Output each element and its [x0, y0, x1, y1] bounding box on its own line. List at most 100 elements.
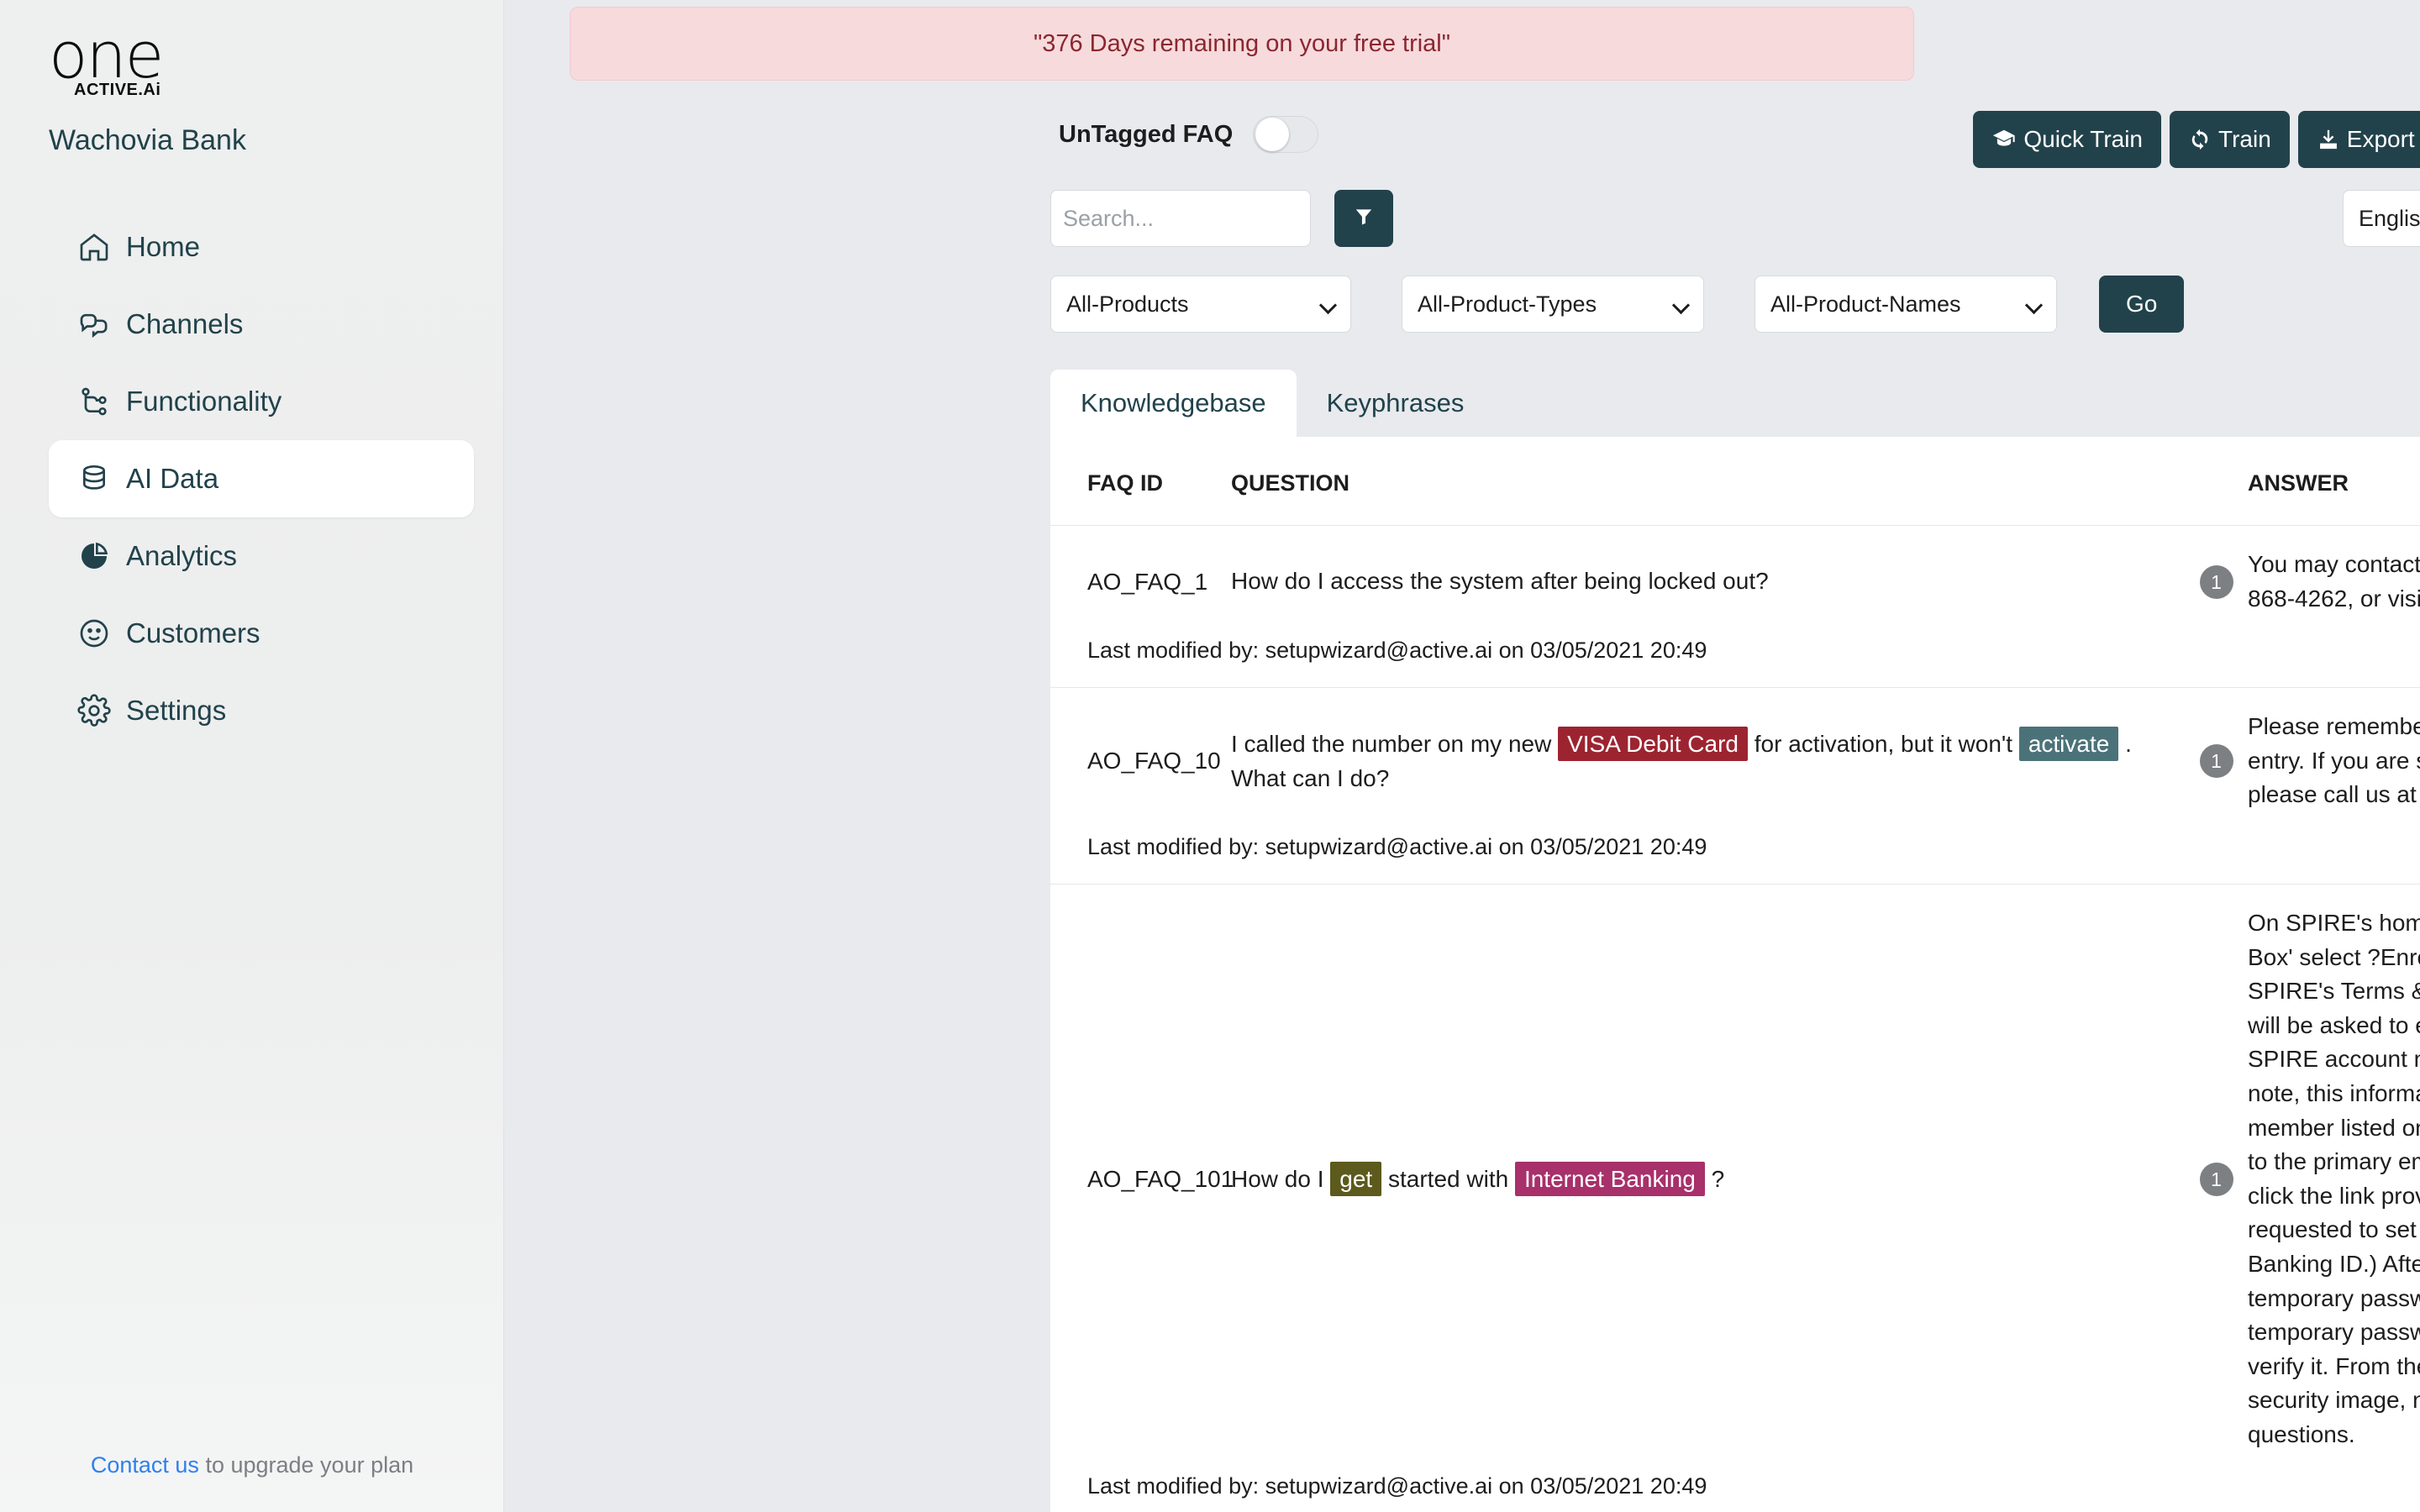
- top-bar: "376 Days remaining on your free trial" …: [504, 0, 2420, 94]
- product-select-wrap: All-Products: [1050, 276, 1351, 333]
- gear-icon: [77, 694, 126, 727]
- table-row[interactable]: AO_FAQ_1 How do I access the system after…: [1050, 526, 2420, 638]
- table-row[interactable]: AO_FAQ_10 I called the number on my new V…: [1050, 688, 2420, 834]
- sidebar-item-label: Customers: [126, 617, 260, 648]
- tab-bar: Knowledgebase Keyphrases: [1050, 370, 2420, 437]
- answer-cell: You may contact the Member Service Cente…: [2248, 551, 2420, 612]
- language-select-wrap: English: [2343, 190, 2420, 247]
- contact-us-link[interactable]: Contact us: [91, 1452, 199, 1478]
- train-button[interactable]: Train: [2170, 111, 2290, 168]
- badge-cell: 1: [2185, 526, 2248, 638]
- column-header-answer: ANSWER: [2248, 437, 2420, 526]
- quick-train-button[interactable]: Quick Train: [1973, 111, 2162, 168]
- last-modified-text: Last modified by: setupwizard@active.ai …: [1050, 833, 2420, 885]
- faq-id-cell: AO_FAQ_10: [1087, 748, 1221, 774]
- untagged-faq-toggle-group: UnTagged FAQ: [1059, 116, 1319, 153]
- search-input[interactable]: [1063, 205, 1360, 232]
- download-icon: [2317, 128, 2340, 151]
- smiley-face-icon: [77, 617, 126, 650]
- app-logo: one ACTIVE.Ai: [49, 18, 164, 100]
- tab-knowledgebase[interactable]: Knowledgebase: [1050, 370, 1297, 437]
- logo-wordmark: one: [49, 18, 164, 92]
- sidebar-nav: Home Channels Functionality AI Data Anal…: [0, 208, 504, 749]
- search-box[interactable]: ✖: [1050, 190, 1387, 247]
- button-label: Train: [2218, 126, 2271, 152]
- answer-cell: On SPIRE's home page within the 'Interne…: [2248, 909, 2420, 1447]
- toolbar-row: UnTagged FAQ Quick Train Train Export: [504, 111, 2420, 173]
- product-name-select-wrap: All-Product-Names: [1754, 276, 2057, 333]
- answer-cell: Please remember to hit the pound key ("#…: [2248, 713, 2420, 808]
- language-select[interactable]: English: [2343, 190, 2420, 247]
- trial-banner: "376 Days remaining on your free trial": [570, 7, 1914, 81]
- faq-table-head: FAQ ID QUESTION ANSWER: [1050, 437, 2420, 526]
- organization-name: Wachovia Bank: [49, 124, 246, 156]
- column-header-question: QUESTION: [1231, 437, 2185, 526]
- last-modified-row: Last modified by: setupwizard@active.ai …: [1050, 833, 2420, 885]
- last-modified-row: Last modified by: setupwizard@active.ai …: [1050, 1473, 2420, 1512]
- product-name-select[interactable]: All-Product-Names: [1754, 276, 2057, 333]
- untagged-faq-toggle[interactable]: [1253, 116, 1319, 153]
- column-header-faq-id: FAQ ID: [1050, 437, 1231, 526]
- button-label: Quick Train: [2023, 126, 2144, 152]
- chat-bubbles-icon: [77, 307, 126, 341]
- sidebar-item-analytics[interactable]: Analytics: [49, 517, 474, 595]
- sidebar-item-label: Analytics: [126, 540, 238, 571]
- sidebar-item-label: Settings: [126, 695, 227, 726]
- faq-id-cell: AO_FAQ_1: [1087, 568, 1208, 595]
- action-buttons: Quick Train Train Export Import Delete A…: [1973, 111, 2420, 168]
- refresh-icon: [2188, 128, 2212, 151]
- status-badge: 1: [2199, 1162, 2233, 1196]
- question-cell: How do I access the system after being l…: [1231, 568, 1769, 595]
- table-header-row: FAQ ID QUESTION ANSWER: [1050, 437, 2420, 526]
- entity-tag[interactable]: VISA Debit Card: [1558, 726, 1748, 761]
- graduation-cap-icon: [1991, 127, 2017, 152]
- sidebar-item-home[interactable]: Home: [49, 208, 474, 286]
- sidebar-item-label: AI Data: [126, 463, 219, 494]
- export-button[interactable]: Export: [2297, 111, 2420, 168]
- status-badge: 1: [2199, 564, 2233, 599]
- home-icon: [77, 230, 126, 264]
- badge-cell: 1: [2185, 884, 2248, 1473]
- faq-table-body: AO_FAQ_1 How do I access the system after…: [1050, 526, 2420, 1512]
- entity-tag[interactable]: activate: [2018, 726, 2119, 761]
- question-cell: I called the number on my new VISA Debit…: [1231, 688, 2185, 834]
- faq-id-cell: AO_FAQ_101: [1087, 1165, 1234, 1192]
- database-icon: [77, 462, 126, 496]
- product-filter-row: All-Products All-Product-Types All-Produ…: [504, 276, 2420, 339]
- sidebar-item-label: Functionality: [126, 386, 282, 417]
- main-content: "376 Days remaining on your free trial" …: [504, 0, 2420, 1512]
- entity-tag[interactable]: Internet Banking: [1514, 1161, 1705, 1196]
- sidebar-item-ai-data[interactable]: AI Data: [49, 440, 474, 517]
- table-row[interactable]: AO_FAQ_101 How do I get started with Inte…: [1050, 884, 2420, 1473]
- sidebar: one ACTIVE.Ai Wachovia Bank Home Channel…: [0, 0, 504, 1512]
- upgrade-plan-text: to upgrade your plan: [198, 1452, 414, 1478]
- upgrade-plan-notice: Contact us to upgrade your plan: [0, 1452, 504, 1478]
- last-modified-text: Last modified by: setupwizard@active.ai …: [1050, 1473, 2420, 1512]
- product-type-select[interactable]: All-Product-Types: [1402, 276, 1704, 333]
- sidebar-item-label: Home: [126, 231, 201, 262]
- filter-button[interactable]: [1334, 190, 1393, 247]
- sidebar-item-label: Channels: [126, 308, 244, 339]
- column-header-badge: [2185, 437, 2248, 526]
- sidebar-item-channels[interactable]: Channels: [49, 286, 474, 363]
- question-cell: How do I get started with Internet Banki…: [1231, 884, 2185, 1473]
- entity-tag[interactable]: get: [1330, 1161, 1382, 1196]
- status-badge: 1: [2199, 744, 2233, 779]
- faq-table-card: FAQ ID QUESTION ANSWER AO_FAQ_1 How do I …: [1050, 437, 2420, 1512]
- badge-cell: 1: [2185, 688, 2248, 834]
- funnel-icon: [1353, 206, 1375, 232]
- sidebar-item-functionality[interactable]: Functionality: [49, 363, 474, 440]
- sidebar-item-settings[interactable]: Settings: [49, 672, 474, 749]
- button-label: Export: [2346, 126, 2415, 152]
- untagged-faq-label: UnTagged FAQ: [1059, 120, 1234, 148]
- app-root: one ACTIVE.Ai Wachovia Bank Home Channel…: [0, 0, 2420, 1512]
- tab-keyphrases[interactable]: Keyphrases: [1297, 370, 1495, 437]
- faq-table: FAQ ID QUESTION ANSWER AO_FAQ_1 How do I …: [1050, 437, 2420, 1512]
- toggle-knob: [1255, 118, 1290, 151]
- last-modified-row: Last modified by: setupwizard@active.ai …: [1050, 638, 2420, 689]
- search-row: ✖ English All: [504, 190, 2420, 254]
- sidebar-item-customers[interactable]: Customers: [49, 595, 474, 672]
- product-select[interactable]: All-Products: [1050, 276, 1351, 333]
- last-modified-text: Last modified by: setupwizard@active.ai …: [1050, 638, 2420, 689]
- go-button[interactable]: Go: [2099, 276, 2185, 333]
